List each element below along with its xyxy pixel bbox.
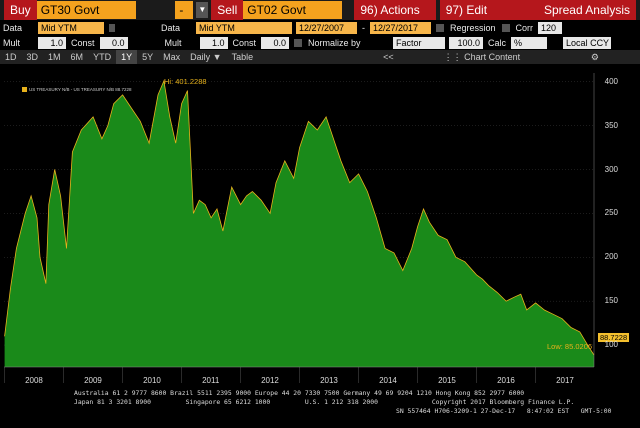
mult1-label: Mult [3, 38, 21, 48]
legend-swatch [22, 87, 27, 92]
chart-content-button[interactable]: ⋮⋮ Chart Content [439, 50, 526, 64]
data2-label: Data [161, 23, 181, 33]
calc-label: Calc [488, 38, 507, 48]
regression-checkbox[interactable] [436, 24, 444, 32]
x-tick-label: 2008 [25, 376, 43, 385]
factor-select[interactable]: Factor [393, 37, 446, 49]
chart-content-icon: ⋮⋮ [443, 52, 462, 62]
chart-content-label: Chart Content [464, 52, 521, 62]
x-tick-label: 2009 [84, 376, 102, 385]
range-tab-3d[interactable]: 3D [22, 50, 44, 64]
chevron-down-icon[interactable]: ▼ [196, 2, 209, 18]
low-annotation: Low: 85.0206 [547, 342, 593, 351]
x-tick-label: 2017 [556, 376, 574, 385]
actions-button[interactable]: 96) Actions [354, 0, 436, 20]
y-tick-label: 300 [604, 164, 618, 174]
hi-annotation: Hi: 401.2288 [164, 77, 207, 86]
mult1-input[interactable]: 1.0 [38, 37, 66, 49]
x-tick-label: 2015 [438, 376, 456, 385]
range-tabs: 1D 3D 1M 6M YTD 1Y 5Y Max [0, 50, 185, 64]
gear-icon[interactable]: ⚙ [586, 50, 604, 64]
const1-label: Const [71, 38, 95, 48]
legend-text: US TREASURY N/B - US TREASURY N/B 88.722… [29, 87, 132, 92]
range-tab-6m[interactable]: 6M [66, 50, 89, 64]
daily-label: Daily [190, 52, 211, 62]
normalize-checkbox[interactable] [294, 39, 303, 47]
data1-select[interactable]: Mid YTM [38, 22, 104, 34]
y-tick-label: 400 [604, 76, 618, 86]
corr-input[interactable]: 120 [538, 22, 563, 34]
regression-label: Regression [450, 23, 496, 33]
x-tick-label: 2014 [379, 376, 397, 385]
spread-chart [0, 65, 640, 385]
const2-label: Const [232, 38, 257, 48]
chevron-down-icon: ▼ [212, 52, 222, 62]
range-tab-1y[interactable]: 1Y [116, 50, 138, 64]
security1-input[interactable]: GT30 Govt [36, 1, 136, 19]
footer-contacts-1: Australia 61 2 9777 8600 Brazil 5511 239… [74, 389, 525, 397]
start-date-input[interactable]: 12/27/2007 [296, 22, 357, 34]
normalize-label: Normalize by [308, 38, 361, 48]
y-tick-label: 100 [604, 340, 618, 350]
corr-checkbox[interactable] [501, 24, 510, 32]
corr-label: Corr [515, 23, 534, 33]
range-tab-1d[interactable]: 1D [0, 50, 22, 64]
settings-row-1: Data Mid YTM Data Mid YTM 12/27/2007 - 1… [0, 21, 640, 35]
factor-input[interactable]: 100.0 [449, 37, 484, 49]
daily-select[interactable]: Daily ▼ [185, 50, 226, 64]
mult2-input[interactable]: 1.0 [199, 37, 228, 49]
range-tab-ytd[interactable]: YTD [88, 50, 116, 64]
x-tick-label: 2013 [320, 376, 338, 385]
x-tick-label: 2010 [143, 376, 161, 385]
collapse-button[interactable]: << [378, 50, 399, 64]
y-tick-label: 200 [604, 252, 618, 262]
date-separator: - [362, 23, 365, 33]
const1-input[interactable]: 0.0 [99, 37, 128, 49]
mult2-label: Mult [164, 38, 182, 48]
ccy-select[interactable]: Local CCY [563, 37, 612, 49]
calc-select[interactable]: % [511, 37, 548, 49]
range-tab-1m[interactable]: 1M [43, 50, 66, 64]
security2-input[interactable]: GT02 Govt [243, 1, 343, 19]
x-tick-label: 2012 [261, 376, 279, 385]
legend: US TREASURY N/B - US TREASURY N/B 88.722… [22, 87, 132, 92]
end-date-input[interactable]: 12/27/2017 [370, 22, 431, 34]
const2-input[interactable]: 0.0 [261, 37, 290, 49]
data2-select[interactable]: Mid YTM [196, 22, 292, 34]
table-button[interactable]: Table [227, 50, 259, 64]
footer-serial: SN 557464 H706-3209-1 27-Dec-17 8:47:02 … [396, 407, 612, 415]
sell-button[interactable]: Sell [211, 0, 244, 20]
spread-analysis-title: Spread Analysis [524, 0, 636, 20]
footer-contacts-2: Japan 81 3 3201 8900 Singapore 65 6212 1… [74, 398, 575, 406]
edit-button[interactable]: 97) Edit [439, 0, 525, 20]
dropdown-icon[interactable] [109, 24, 115, 32]
range-tab-max[interactable]: Max [158, 50, 185, 64]
range-tab-5y[interactable]: 5Y [137, 50, 158, 64]
settings-row-2: Mult 1.0 Const 0.0 Mult 1.0 Const 0.0 No… [0, 36, 640, 50]
y-tick-label: 250 [604, 208, 618, 218]
x-tick-label: 2016 [497, 376, 515, 385]
dash-field[interactable]: - [175, 1, 194, 19]
y-tick-label: 350 [604, 120, 618, 130]
buy-button[interactable]: Buy [4, 0, 37, 20]
main-toolbar: Buy GT30 Govt - ▼ Sell GT02 Govt 96) Act… [0, 0, 640, 20]
y-tick-label: 150 [604, 296, 618, 306]
range-tabs-bar: 1D 3D 1M 6M YTD 1Y 5Y Max Daily ▼ Table << ⋮⋮ C… [0, 50, 640, 64]
data1-label: Data [3, 23, 23, 33]
x-tick-label: 2011 [202, 376, 220, 385]
